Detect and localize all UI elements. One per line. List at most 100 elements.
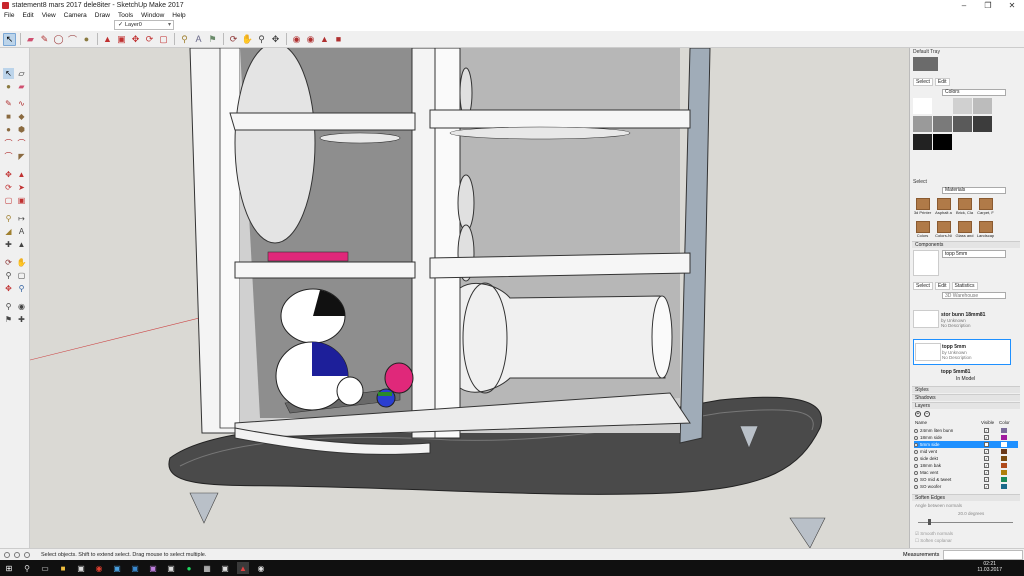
offset-tool-icon[interactable]: ▣ [16, 195, 27, 206]
component-item-name[interactable]: topp 5mm81 [941, 369, 970, 375]
shelf-upper-left[interactable] [229, 112, 416, 131]
layer-visible-checkbox[interactable]: ✓ [984, 442, 989, 447]
component-name-field[interactable]: topp 5mm [942, 250, 1006, 258]
two-point-arc-icon[interactable]: ⌒ [16, 138, 27, 149]
layers-header[interactable]: Layers [912, 402, 1020, 409]
tape-measure-icon[interactable]: ⚲ [3, 213, 14, 224]
scale-tool-icon[interactable]: ▢ [3, 195, 14, 206]
walk-tool-icon[interactable]: ⚑ [206, 33, 219, 46]
zoom-tool-icon[interactable]: ⚲ [3, 270, 14, 281]
select-tool-icon[interactable]: ↖ [3, 68, 14, 79]
layer-visible-checkbox[interactable]: ✓ [984, 449, 989, 454]
menu-window[interactable]: Window [137, 12, 168, 19]
layer-active-radio[interactable] [914, 457, 918, 461]
orbit-tool-icon[interactable]: ⟳ [227, 33, 240, 46]
rotate-tool-icon[interactable]: ⟳ [143, 33, 156, 46]
color-swatch[interactable] [953, 98, 972, 114]
material-item[interactable]: Colors-Ni [934, 221, 953, 243]
select-tool-icon[interactable]: ↖ [3, 32, 16, 46]
left-side-inner[interactable] [219, 48, 241, 429]
color-swatch[interactable] [933, 134, 952, 150]
layer-color-swatch[interactable] [1001, 470, 1007, 475]
layer-row[interactable]: side dekt ✓ [914, 455, 1018, 462]
rotate-tool-icon[interactable]: ⟳ [3, 182, 14, 193]
layer-visible-checkbox[interactable]: ✓ [984, 428, 989, 433]
shadows-header[interactable]: Shadows [912, 394, 1020, 401]
3d-text-icon[interactable]: ▲ [16, 239, 27, 250]
explorer-icon[interactable]: ▣ [165, 562, 177, 574]
menu-file[interactable]: File [0, 12, 18, 19]
calculator-icon[interactable]: ▦ [201, 562, 213, 574]
3d-viewport[interactable] [30, 48, 909, 548]
warehouse-icon[interactable]: ◉ [290, 33, 303, 46]
windows-start-icon[interactable]: ⊞ [3, 562, 15, 574]
delete-layer-icon[interactable]: − [924, 411, 930, 417]
styles-header[interactable]: Styles [912, 386, 1020, 393]
warehouse-search-input[interactable]: 3D Warehouse [942, 292, 1006, 299]
spotify-icon[interactable]: ● [183, 562, 195, 574]
material-item[interactable]: Carpet, F [976, 198, 995, 220]
push-pull-tool-icon[interactable]: ▲ [16, 169, 27, 180]
menu-help[interactable]: Help [168, 12, 189, 19]
arc-tool-icon[interactable]: ⌒ [66, 33, 79, 46]
search-icon[interactable]: ⚲ [21, 562, 33, 574]
photoshop-icon[interactable]: ▣ [129, 562, 141, 574]
look-around-icon[interactable]: ◉ [16, 301, 27, 312]
components-header[interactable]: Components [912, 241, 1020, 248]
zoom-extents-icon[interactable]: ✥ [3, 283, 14, 294]
app-icon[interactable]: ▣ [219, 562, 231, 574]
axes-tool-icon[interactable]: ✚ [3, 239, 14, 250]
layer-active-radio[interactable] [914, 464, 918, 468]
pan-tool-icon[interactable]: ✋ [16, 257, 27, 268]
layer-active-radio[interactable] [914, 471, 918, 475]
sketchup-taskbar-icon[interactable]: ▲ [237, 562, 249, 574]
color-swatch[interactable] [973, 116, 992, 132]
pie-tool-icon[interactable]: ◤ [16, 151, 27, 162]
layer-row[interactable]: 24mm liten bunn ✓ [914, 427, 1018, 434]
line-tool-icon[interactable]: ✎ [3, 98, 14, 109]
eraser-tool-icon[interactable]: ▰ [16, 81, 27, 92]
menu-edit[interactable]: Edit [18, 12, 37, 19]
premiere-icon[interactable]: ▣ [147, 562, 159, 574]
color-swatch[interactable] [973, 98, 992, 114]
color-swatch[interactable] [913, 134, 932, 150]
colors-select-tab[interactable]: Select [913, 78, 933, 86]
tape-measure-icon[interactable]: ⚲ [178, 33, 191, 46]
color-swatch[interactable] [913, 116, 932, 132]
color-swatch[interactable] [933, 116, 952, 132]
scale-tool-icon[interactable]: ▢ [157, 33, 170, 46]
shelf-middle-right[interactable] [429, 252, 691, 279]
layer-active-radio[interactable] [914, 429, 918, 433]
freehand-tool-icon[interactable]: ∿ [16, 98, 27, 109]
add-layer-icon[interactable]: + [915, 411, 921, 417]
soften-edges-header[interactable]: Soften Edges [912, 494, 1020, 501]
task-view-icon[interactable]: ▭ [39, 562, 51, 574]
section-plane-icon[interactable]: ✚ [16, 314, 27, 325]
layer-visible-checkbox[interactable]: ✓ [984, 435, 989, 440]
material-item[interactable]: Brick, Cla [955, 198, 974, 220]
zoom-window-icon[interactable]: ▢ [16, 270, 27, 281]
center-divider-front[interactable] [434, 48, 461, 439]
text-tool-icon[interactable]: A [16, 226, 27, 237]
move-tool-icon[interactable]: ✥ [129, 33, 142, 46]
minimize-button[interactable]: – [952, 0, 976, 11]
circle-tool-icon[interactable]: ● [3, 124, 14, 135]
layer-row[interactable]: Mac vent ✓ [914, 469, 1018, 476]
soften-angle-slider[interactable] [918, 522, 1013, 523]
polygon-tool-icon[interactable]: ⬢ [16, 124, 27, 135]
layer-visible-checkbox[interactable]: ✓ [984, 463, 989, 468]
pencil-tool-icon[interactable]: ✎ [38, 33, 51, 46]
app-icon[interactable]: ◉ [255, 562, 267, 574]
woofer-horn[interactable] [459, 283, 666, 393]
layer-color-swatch[interactable] [1001, 456, 1007, 461]
material-item[interactable]: Asphalt a [934, 198, 953, 220]
shelf-upper-right[interactable] [429, 109, 691, 129]
layer-color-swatch[interactable] [1001, 477, 1007, 482]
component-statistics-tab[interactable]: Statistics [951, 282, 978, 290]
right-side-panel[interactable] [679, 48, 711, 444]
layer-row[interactable]: 18mm side ✓ [914, 434, 1018, 441]
layer-visible-checkbox[interactable]: ✓ [984, 470, 989, 475]
layer-visible-checkbox[interactable]: ✓ [984, 477, 989, 482]
move-tool-icon[interactable]: ✥ [3, 169, 14, 180]
paint-bucket-icon[interactable]: ● [80, 33, 93, 46]
